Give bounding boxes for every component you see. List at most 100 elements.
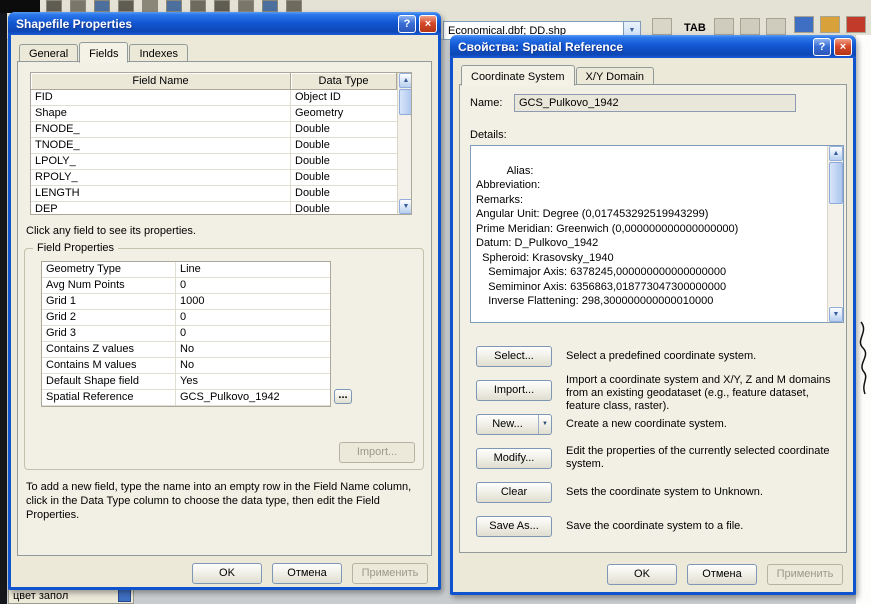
toolbar-icon[interactable] [262, 0, 278, 12]
toolbar-icon[interactable] [94, 0, 110, 12]
color-swatch-icon[interactable] [118, 589, 131, 602]
clear-description: Sets the coordinate system to Unknown. [566, 486, 838, 499]
toolbar-icon[interactable] [714, 18, 734, 35]
tab-coordinate-system[interactable]: Coordinate System [461, 65, 575, 86]
fields-tabpanel: Field Name Data Type FIDObject ID ShapeG… [17, 61, 432, 556]
table-row[interactable]: TNODE_Double [31, 138, 397, 154]
scroll-up-icon[interactable]: ▲ [399, 73, 412, 88]
new-description: Create a new coordinate system. [566, 418, 838, 431]
save-as-button[interactable]: Save As... [476, 516, 552, 537]
property-row[interactable]: Contains M valuesNo [42, 358, 330, 374]
table-row[interactable]: ShapeGeometry [31, 106, 397, 122]
property-row[interactable]: Contains Z valuesNo [42, 342, 330, 358]
new-button[interactable]: New... ▼ [476, 414, 552, 435]
help-icon[interactable]: ? [398, 15, 416, 33]
toolbar-icon[interactable] [794, 16, 814, 33]
toolbar-icon[interactable] [70, 0, 86, 12]
cancel-button[interactable]: Отмена [272, 563, 342, 584]
name-field: GCS_Pulkovo_1942 [514, 94, 796, 112]
toolbar-icon[interactable] [214, 0, 230, 12]
shapefile-properties-dialog: Shapefile Properties ? × General Fields … [8, 12, 441, 590]
chevron-down-icon[interactable]: ▼ [538, 415, 551, 434]
save-as-description: Save the coordinate system to a file. [566, 520, 838, 533]
add-field-instructions: To add a new field, type the name into a… [26, 480, 423, 522]
scroll-down-icon[interactable]: ▼ [829, 307, 843, 322]
property-row[interactable]: Geometry TypeLine [42, 262, 330, 278]
table-row[interactable]: FNODE_Double [31, 122, 397, 138]
scroll-up-icon[interactable]: ▲ [829, 146, 843, 161]
property-row[interactable]: Grid 30 [42, 326, 330, 342]
toolbar-icon[interactable] [238, 0, 254, 12]
left-panel-edge [0, 13, 7, 604]
close-icon[interactable]: × [834, 38, 852, 56]
fields-table: Field Name Data Type FIDObject ID ShapeG… [30, 72, 412, 215]
spatial-dialog-buttons: OK Отмена Применить [607, 564, 843, 585]
new-button-label: New... [477, 415, 538, 434]
app-screen: Economical.dbf; DD.shp ▼ TAB цвет запол … [0, 0, 871, 604]
scroll-down-icon[interactable]: ▼ [399, 199, 412, 214]
field-properties-table: Geometry TypeLine Avg Num Points0 Grid 1… [41, 261, 331, 407]
toolbar-icon[interactable] [652, 18, 672, 35]
shapefile-dialog-buttons: OK Отмена Применить [192, 563, 428, 584]
property-row[interactable]: Grid 20 [42, 310, 330, 326]
cancel-button[interactable]: Отмена [687, 564, 757, 585]
toolbar-icon[interactable] [766, 18, 786, 35]
shapefile-dialog-title: Shapefile Properties [16, 17, 395, 31]
toolbar-icon[interactable] [846, 16, 866, 33]
clear-button[interactable]: Clear [476, 482, 552, 503]
fields-table-scrollbar[interactable]: ▲ ▼ [397, 73, 412, 214]
apply-button[interactable]: Применить [767, 564, 843, 585]
spatial-tabs: Coordinate System X/Y Domain [461, 65, 655, 86]
table-row[interactable]: RPOLY_Double [31, 170, 397, 186]
spatial-dialog-title: Свойства: Spatial Reference [458, 40, 810, 54]
details-label: Details: [470, 129, 507, 141]
import-description: Import a coordinate system and X/Y, Z an… [566, 374, 838, 413]
table-row[interactable]: LPOLY_Double [31, 154, 397, 170]
property-row[interactable]: Default Shape fieldYes [42, 374, 330, 390]
ok-button[interactable]: OK [192, 563, 262, 584]
toolbar-icon[interactable] [820, 16, 840, 33]
property-row[interactable]: Spatial ReferenceGCS_Pulkovo_1942 [42, 390, 330, 406]
name-label: Name: [470, 97, 502, 109]
import-field-button[interactable]: Import... [339, 442, 415, 463]
spatial-dialog-titlebar[interactable]: Свойства: Spatial Reference ? × [450, 35, 856, 58]
fields-hint: Click any field to see its properties. [26, 225, 196, 237]
column-header-field-name[interactable]: Field Name [31, 73, 291, 90]
scrollbar-thumb[interactable] [829, 162, 843, 204]
scrollbar-thumb[interactable] [399, 89, 412, 115]
select-description: Select a predefined coordinate system. [566, 350, 838, 363]
property-row[interactable]: Grid 11000 [42, 294, 330, 310]
toolbar-icon[interactable] [118, 0, 134, 12]
details-box[interactable]: Alias: Abbreviation: Remarks: Angular Un… [470, 145, 844, 323]
tab-toolbar-label: TAB [684, 22, 706, 34]
table-row[interactable]: DEPDouble [31, 202, 397, 215]
toolbar-icon[interactable] [46, 0, 62, 12]
modify-description: Edit the properties of the currently sel… [566, 445, 838, 471]
shapefile-tabs: General Fields Indexes [19, 42, 189, 63]
details-text: Alias: Abbreviation: Remarks: Angular Un… [476, 165, 738, 308]
column-header-data-type[interactable]: Data Type [291, 73, 397, 90]
coordinate-system-tabpanel: Name: GCS_Pulkovo_1942 Details: Alias: A… [459, 84, 847, 553]
toolbar-icon[interactable] [286, 0, 302, 12]
ok-button[interactable]: OK [607, 564, 677, 585]
select-button[interactable]: Select... [476, 346, 552, 367]
toolbar-icon[interactable] [142, 0, 158, 12]
modify-button[interactable]: Modify... [476, 448, 552, 469]
apply-button[interactable]: Применить [352, 563, 428, 584]
help-icon[interactable]: ? [813, 38, 831, 56]
close-icon[interactable]: × [419, 15, 437, 33]
spatial-reference-dialog: Свойства: Spatial Reference ? × Coordina… [450, 35, 856, 595]
details-scrollbar[interactable]: ▲ ▼ [827, 146, 843, 322]
tab-fields[interactable]: Fields [79, 42, 128, 63]
spatial-reference-browse-button[interactable]: ... [334, 389, 352, 404]
import-button[interactable]: Import... [476, 380, 552, 401]
toolbar-icon[interactable] [740, 18, 760, 35]
fill-color-label: цвет запол [13, 590, 68, 602]
field-properties-group: Field Properties Geometry TypeLine Avg N… [24, 248, 424, 470]
toolbar-icon[interactable] [190, 0, 206, 12]
toolbar-icon[interactable] [166, 0, 182, 12]
table-row[interactable]: LENGTHDouble [31, 186, 397, 202]
shapefile-dialog-titlebar[interactable]: Shapefile Properties ? × [8, 12, 441, 35]
table-row[interactable]: FIDObject ID [31, 90, 397, 106]
property-row[interactable]: Avg Num Points0 [42, 278, 330, 294]
